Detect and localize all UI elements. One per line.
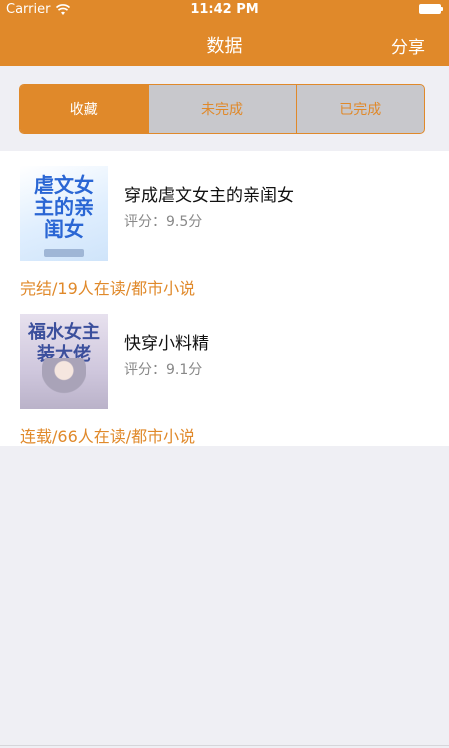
book-rating: 评分：9.5分 — [124, 214, 203, 230]
status-bar: Carrier 11:42 PM — [0, 0, 449, 20]
battery-icon — [419, 4, 443, 14]
segment-unfinished[interactable]: 未完成 — [147, 85, 296, 133]
navigation-bar: 数据 分享 — [0, 20, 449, 66]
book-title: 穿成虐文女主的亲闺女 — [124, 186, 294, 206]
cover-title: 虐文女主的亲闺女 — [34, 173, 94, 241]
segment-area: 收藏 未完成 已完成 — [0, 66, 449, 151]
status-time: 11:42 PM — [190, 2, 259, 17]
book-meta: 连载/66人在读/都市小说 — [20, 427, 196, 446]
book-list: 虐文女主的亲闺女 穿成虐文女主的亲闺女 评分：9.5分 完结/19人在读/都市小… — [0, 151, 449, 446]
book-title: 快穿小料精 — [124, 334, 209, 354]
list-item[interactable]: 虐文女主的亲闺女 穿成虐文女主的亲闺女 评分：9.5分 完结/19人在读/都市小… — [0, 151, 449, 299]
book-cover: 福水女主装大佬 — [20, 314, 108, 409]
cover-illustration — [42, 358, 86, 408]
bottom-divider — [0, 745, 449, 746]
share-button[interactable]: 分享 — [391, 33, 425, 58]
page-title: 数据 — [206, 36, 243, 57]
book-cover: 虐文女主的亲闺女 — [20, 166, 108, 261]
cover-badge — [44, 249, 84, 257]
book-meta: 完结/19人在读/都市小说 — [20, 279, 196, 298]
segment-finished[interactable]: 已完成 — [295, 85, 425, 133]
segment-favorites[interactable]: 收藏 — [20, 85, 148, 133]
book-rating: 评分：9.1分 — [124, 362, 203, 378]
list-item[interactable]: 福水女主装大佬 快穿小料精 评分：9.1分 连载/66人在读/都市小说 — [0, 299, 449, 447]
segmented-control: 收藏 未完成 已完成 — [19, 84, 425, 134]
